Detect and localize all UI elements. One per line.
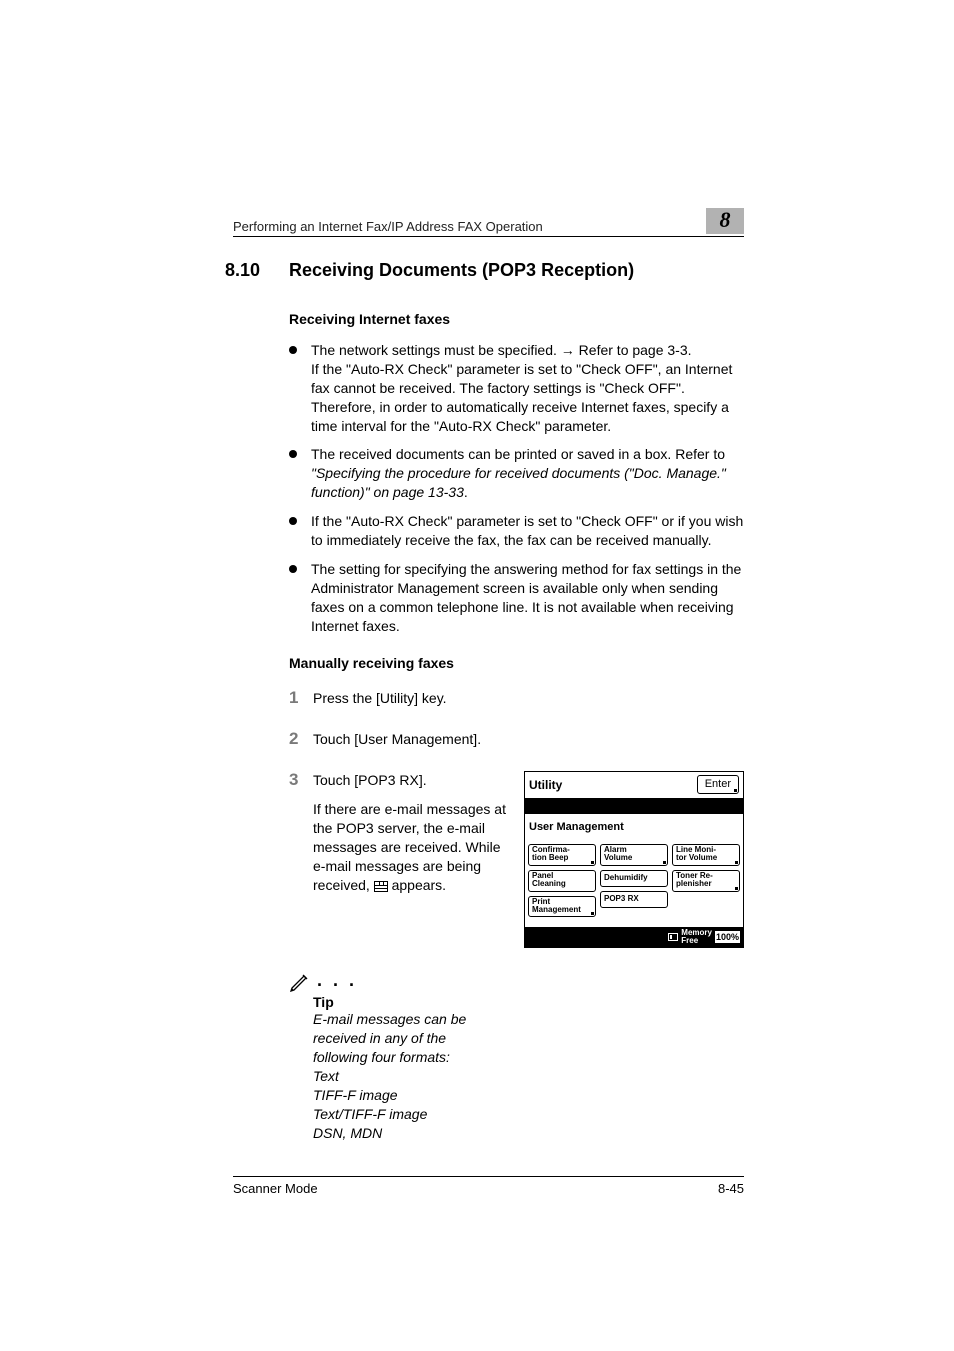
toner-replenisher-button[interactable]: Toner Re- plenisher (672, 870, 740, 892)
step-number: 2 (289, 728, 298, 751)
step-number: 3 (289, 769, 298, 792)
step-1: 1 Press the [Utility] key. (289, 689, 744, 708)
print-management-button[interactable]: Print Management (528, 896, 596, 918)
step-2: 2 Touch [User Management]. (289, 730, 744, 749)
confirmation-beep-button[interactable]: Confirma- tion Beep (528, 844, 596, 866)
bullet-item: The network settings must be specified. … (289, 341, 744, 435)
step-text: Touch [User Management]. (313, 731, 481, 747)
step-number: 1 (289, 687, 298, 710)
btn-label: POP3 RX (604, 895, 639, 903)
tip-label: Tip (313, 994, 744, 1010)
section-title: Receiving Documents (POP3 Reception) (289, 260, 634, 281)
btn-label: Panel Cleaning (532, 872, 566, 889)
footer-rule (233, 1176, 744, 1177)
step-text: Press the [Utility] key. (313, 690, 447, 706)
footer-left: Scanner Mode (233, 1181, 318, 1196)
bullet-item: If the "Auto-RX Check" parameter is set … (289, 512, 744, 550)
btn-label: Confirma- tion Beep (532, 846, 570, 863)
bullet-text: If the "Auto-RX Check" parameter is set … (311, 361, 732, 434)
step-text-b: appears. (388, 877, 446, 893)
step-3: 3 Touch [POP3 RX]. If there are e-mail m… (289, 771, 744, 948)
lcd-titlebar: Utility Enter (525, 772, 743, 798)
chapter-number-box: 8 (706, 208, 744, 234)
subheading-manually-receiving: Manually receiving faxes (289, 655, 744, 671)
btn-label: Toner Re- plenisher (676, 872, 713, 889)
lcd-blackbar (525, 798, 743, 814)
memory-percent: 100% (715, 931, 740, 943)
dehumidify-button[interactable]: Dehumidify (600, 870, 668, 887)
bullet-item: The setting for specifying the answering… (289, 560, 744, 636)
utility-screen: Utility Enter User Management Confirma- … (524, 771, 744, 948)
enter-button[interactable]: Enter (697, 775, 739, 794)
bullet-list: The network settings must be specified. … (289, 341, 744, 635)
footer-page-number: 8-45 (718, 1181, 744, 1196)
header-rule (233, 236, 744, 237)
btn-label: Alarm Volume (604, 846, 632, 863)
bullet-text: If the "Auto-RX Check" parameter is set … (311, 513, 743, 548)
section-heading: 8.10 Receiving Documents (POP3 Reception… (225, 260, 744, 281)
btn-label: Line Moni- tor Volume (676, 846, 717, 863)
lcd-statusbar: Memory Free 100% (525, 927, 743, 947)
bullet-item: The received documents can be printed or… (289, 445, 744, 502)
lcd-button-grid: Confirma- tion Beep Panel Cleaning Print… (525, 844, 743, 927)
btn-label: Print Management (532, 898, 581, 915)
cross-reference: "Specifying the procedure for received d… (311, 465, 726, 500)
running-title: Performing an Internet Fax/IP Address FA… (233, 219, 543, 234)
pop3-rx-button[interactable]: POP3 RX (600, 891, 668, 908)
alarm-volume-button[interactable]: Alarm Volume (600, 844, 668, 866)
tip-dots: . . . (317, 976, 357, 987)
memory-icon (668, 933, 678, 941)
tip-block: . . . Tip E-mail messages can be receive… (289, 970, 744, 1142)
panel-cleaning-button[interactable]: Panel Cleaning (528, 870, 596, 892)
bullet-text: The received documents can be printed or… (311, 446, 725, 462)
bullet-text: The network settings must be specified. … (311, 342, 692, 358)
memory-label: Memory Free (681, 929, 712, 945)
line-monitor-volume-button[interactable]: Line Moni- tor Volume (672, 844, 740, 866)
receiving-icon (374, 878, 388, 897)
lcd-section-label: User Management (529, 820, 739, 835)
bullet-text: The setting for specifying the answering… (311, 561, 741, 634)
section-number: 8.10 (225, 260, 289, 281)
step-description: If there are e-mail messages at the POP3… (313, 800, 506, 896)
pen-icon (289, 970, 311, 992)
steps-list: 1 Press the [Utility] key. 2 Touch [User… (289, 689, 744, 948)
page-footer: Scanner Mode 8-45 (233, 1176, 744, 1196)
bullet-text: . (464, 484, 468, 500)
tip-body: E-mail messages can be received in any o… (313, 1010, 498, 1142)
running-header: Performing an Internet Fax/IP Address FA… (233, 208, 744, 234)
subheading-receiving-internet-faxes: Receiving Internet faxes (289, 311, 744, 327)
btn-label: Dehumidify (604, 874, 648, 882)
step-text: Touch [POP3 RX]. (313, 771, 506, 790)
lcd-title: Utility (529, 777, 562, 793)
